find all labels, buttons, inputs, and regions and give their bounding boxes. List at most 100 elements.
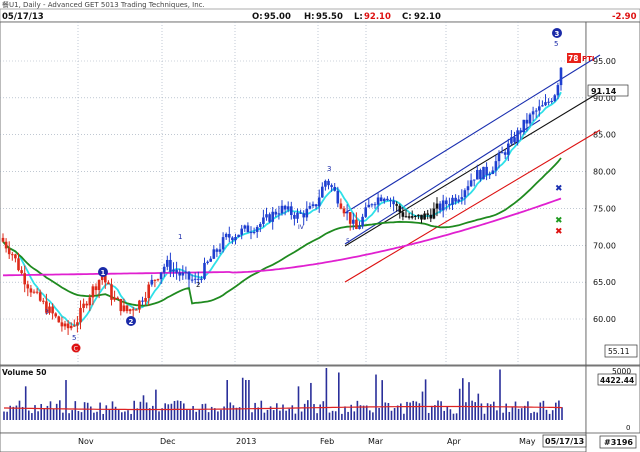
volume-bar (458, 388, 461, 420)
volume-bar (232, 405, 235, 420)
price-bar-body (91, 286, 95, 298)
price-bar-body (383, 198, 386, 202)
wave-circle-3-label: 3 (555, 30, 560, 38)
price-bar-body (172, 269, 175, 272)
volume-bar (176, 400, 179, 420)
price-bar-body (156, 279, 160, 281)
price-bar-body (234, 236, 237, 241)
price-bar-body (305, 208, 309, 218)
price-bar-body (88, 297, 92, 306)
volume-bar (325, 368, 328, 420)
price-bar-body (11, 254, 14, 256)
price-bar-body (426, 213, 429, 215)
price-bar-body (423, 213, 426, 220)
price-bar-body (538, 106, 541, 111)
volume-bar (356, 400, 359, 420)
volume-bar (285, 410, 287, 420)
price-bar-body (162, 266, 166, 273)
price-tick-75: 75.00 (593, 204, 616, 213)
volume-bar (226, 380, 228, 420)
volume-bar (201, 404, 204, 420)
volume-bar (455, 413, 458, 420)
volume-panel[interactable] (0, 365, 587, 434)
price-bar-body (296, 212, 299, 219)
price-bar-body (482, 166, 485, 180)
ohlc-close-label: C: (402, 12, 412, 22)
volume-bar (114, 406, 117, 420)
price-bar-body (488, 173, 491, 176)
volume-bar (548, 413, 551, 420)
volume-bar (282, 404, 284, 420)
price-bar-body (79, 307, 82, 323)
time-label-may: May (519, 437, 536, 446)
volume-bar (179, 400, 182, 420)
volume-bar (105, 405, 108, 420)
price-bar-body (206, 261, 209, 263)
volume-bar (86, 402, 89, 420)
ohlc-high-value: 95.50 (316, 12, 343, 22)
time-label-dec: Dec (160, 437, 175, 446)
price-axis[interactable] (585, 21, 640, 366)
volume-bar (207, 412, 210, 420)
pti-value: 78 (568, 54, 578, 63)
volume-bar (164, 403, 166, 420)
volume-bar (133, 400, 135, 420)
wave-label-iv: IV (298, 224, 305, 231)
price-bar-body (237, 234, 240, 237)
volume-bar (145, 402, 148, 420)
volume-bar (362, 405, 365, 420)
volume-bottom-label: 0 (626, 424, 630, 432)
volume-bar (117, 409, 120, 420)
price-bar-body (401, 212, 405, 217)
wave-label-1-dec: 1 (178, 233, 182, 241)
volume-bar (446, 406, 449, 420)
wave-circle-2-label: 2 (129, 318, 134, 326)
price-bar-body (73, 325, 76, 327)
price-bar-body (243, 225, 247, 229)
price-bar-body (51, 306, 54, 314)
price-bar-body (525, 119, 529, 124)
volume-bar (77, 411, 80, 420)
volume-bar (248, 380, 250, 420)
price-bar-body (376, 197, 380, 205)
volume-bar (40, 404, 42, 420)
price-bar-body (448, 204, 451, 206)
time-label-mar: Mar (368, 437, 384, 446)
price-bar-body (200, 278, 203, 280)
price-bar-body (404, 216, 408, 218)
volume-bar (338, 372, 340, 420)
price-bar-body (42, 300, 45, 302)
price-bar-body (286, 206, 290, 210)
wave-circle-c-label: C (74, 345, 79, 353)
ohlc-open-label: O: (252, 12, 263, 22)
price-bar-body (500, 152, 504, 154)
volume-bar (530, 413, 532, 420)
time-label-nov: Nov (78, 437, 94, 446)
price-bar-body (417, 214, 420, 216)
price-bar-body (169, 259, 172, 272)
volume-bar (37, 411, 39, 420)
volume-bar (440, 401, 442, 420)
volume-bar (192, 406, 194, 420)
volume-bar (545, 409, 548, 420)
volume-bar (186, 409, 188, 420)
price-bar-body (159, 272, 163, 280)
price-bar-body (262, 217, 265, 224)
price-bar-body (420, 214, 423, 220)
price-tick-65: 65.00 (593, 278, 616, 287)
volume-bar (393, 408, 396, 420)
volume-bar (427, 412, 430, 420)
volume-bar (220, 409, 222, 420)
volume-bar (155, 389, 157, 420)
low-price-label: 55.11 (608, 347, 630, 356)
price-bar-body (460, 197, 464, 200)
volume-bar (434, 405, 436, 420)
price-bar-body (218, 249, 222, 252)
price-bar-body (327, 180, 330, 186)
volume-bar (471, 400, 473, 420)
volume-bar (3, 411, 5, 420)
volume-bar (31, 413, 33, 420)
volume-bar (12, 406, 15, 420)
volume-bar (328, 412, 331, 420)
volume-bar (496, 410, 498, 420)
